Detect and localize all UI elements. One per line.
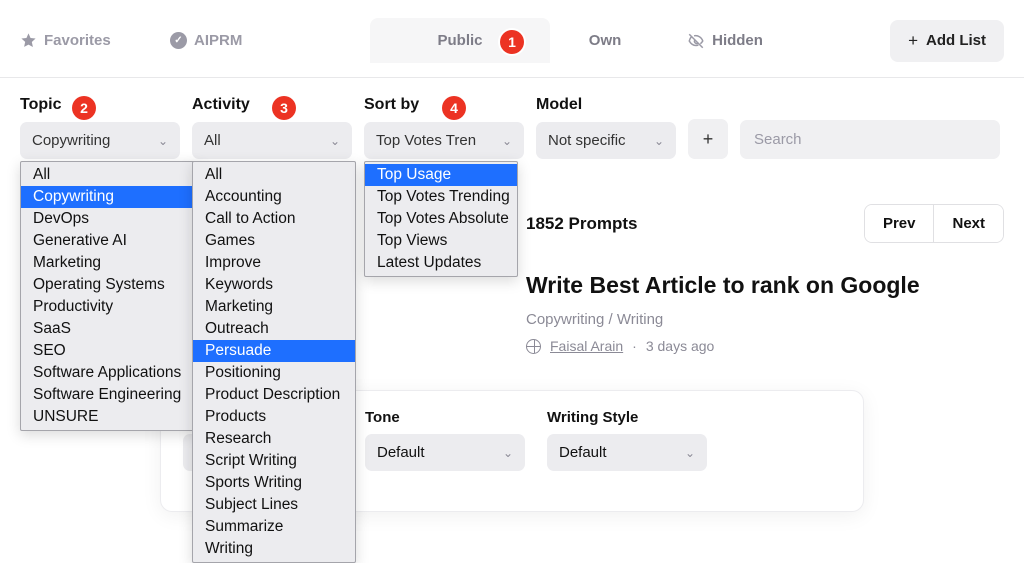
prev-button[interactable]: Prev	[865, 205, 934, 242]
annotation-3: 3	[272, 96, 296, 120]
dropdown-item[interactable]: Marketing	[21, 252, 199, 274]
tab-favorites-label: Favorites	[44, 32, 111, 49]
dropdown-item[interactable]: All	[193, 164, 355, 186]
dropdown-item[interactable]: Products	[193, 406, 355, 428]
dropdown-item[interactable]: Latest Updates	[365, 252, 517, 274]
dropdown-item[interactable]: Product Description	[193, 384, 355, 406]
meta-sep: ·	[632, 338, 637, 354]
topic-select[interactable]: Copywriting ⌄	[20, 122, 180, 159]
dropdown-item[interactable]: Software Applications	[21, 362, 199, 384]
style-select[interactable]: Default ⌄	[547, 434, 707, 471]
search-input[interactable]	[740, 120, 1000, 159]
tone-select[interactable]: Default ⌄	[365, 434, 525, 471]
dropdown-item[interactable]: Generative AI	[21, 230, 199, 252]
filter-model: Model Not specific ⌄	[536, 96, 676, 159]
tone-label: Tone	[365, 409, 525, 426]
topic-select-value: Copywriting	[32, 132, 110, 149]
dropdown-item[interactable]: SaaS	[21, 318, 199, 340]
chevron-down-icon: ⌄	[502, 134, 512, 148]
tab-favorites[interactable]: Favorites	[20, 22, 150, 59]
dropdown-item[interactable]: Games	[193, 230, 355, 252]
dropdown-item[interactable]: Copywriting	[21, 186, 199, 208]
dropdown-item[interactable]: All	[21, 164, 199, 186]
activity-select-value: All	[204, 132, 221, 149]
dropdown-item[interactable]: Marketing	[193, 296, 355, 318]
dropdown-item[interactable]: Call to Action	[193, 208, 355, 230]
chevron-down-icon: ⌄	[654, 134, 664, 148]
filter-model-label: Model	[536, 96, 676, 114]
dropdown-item[interactable]: DevOps	[21, 208, 199, 230]
tone-select-value: Default	[377, 444, 425, 461]
sort-select[interactable]: Top Votes Tren ⌄	[364, 122, 524, 159]
dropdown-item[interactable]: Keywords	[193, 274, 355, 296]
add-list-button[interactable]: + Add List	[890, 20, 1004, 62]
dropdown-item[interactable]: Outreach	[193, 318, 355, 340]
filter-bar: Topic Copywriting ⌄ AllCopywritingDevOps…	[0, 78, 1024, 159]
dropdown-item[interactable]: Persuade	[193, 340, 355, 362]
prompt-meta: Faisal Arain · 3 days ago	[526, 338, 1004, 354]
dropdown-item[interactable]: SEO	[21, 340, 199, 362]
tab-own-label: Own	[589, 32, 622, 49]
tab-own[interactable]: Own	[550, 22, 660, 59]
style-col: Writing Style Default ⌄	[547, 409, 707, 471]
dropdown-item[interactable]: Positioning	[193, 362, 355, 384]
dropdown-item[interactable]: Accounting	[193, 186, 355, 208]
chevron-down-icon: ⌄	[685, 446, 695, 460]
chevron-down-icon: ⌄	[158, 134, 168, 148]
dropdown-item[interactable]: Operating Systems	[21, 274, 199, 296]
prompt-time: 3 days ago	[646, 338, 715, 354]
prompt-author[interactable]: Faisal Arain	[550, 338, 623, 354]
style-select-value: Default	[559, 444, 607, 461]
dropdown-item[interactable]: Research	[193, 428, 355, 450]
chevron-down-icon: ⌄	[503, 446, 513, 460]
sort-select-value: Top Votes Tren	[376, 132, 476, 149]
star-icon	[20, 32, 37, 49]
add-filter-button[interactable]: +	[688, 119, 728, 159]
results-count: 1852 Prompts	[526, 214, 638, 234]
model-select-value: Not specific	[548, 132, 626, 149]
chevron-down-icon: ⌄	[330, 134, 340, 148]
tab-hidden-label: Hidden	[712, 32, 763, 49]
dropdown-item[interactable]: Top Views	[365, 230, 517, 252]
prompt-title: Write Best Article to rank on Google	[526, 270, 1004, 301]
dropdown-item[interactable]: Writing	[193, 538, 355, 560]
sort-dropdown: Top UsageTop Votes TrendingTop Votes Abs…	[364, 161, 518, 277]
tab-public-label: Public	[438, 32, 483, 49]
dropdown-item[interactable]: Productivity	[21, 296, 199, 318]
dropdown-item[interactable]: UNSURE	[21, 406, 199, 428]
dropdown-item[interactable]: Top Votes Trending	[365, 186, 517, 208]
tab-hidden[interactable]: Hidden	[660, 22, 790, 60]
tone-col: Tone Default ⌄	[365, 409, 525, 471]
topic-dropdown: AllCopywritingDevOpsGenerative AIMarketi…	[20, 161, 200, 431]
results-header: 1852 Prompts Prev Next	[526, 204, 1004, 243]
annotation-1: 1	[500, 30, 524, 54]
annotation-4: 4	[442, 96, 466, 120]
style-label: Writing Style	[547, 409, 707, 426]
dropdown-item[interactable]: Sports Writing	[193, 472, 355, 494]
filter-topic-label: Topic	[20, 96, 180, 114]
globe-icon	[526, 339, 541, 354]
annotation-2: 2	[72, 96, 96, 120]
dropdown-item[interactable]: Top Usage	[365, 164, 517, 186]
dropdown-item[interactable]: Subject Lines	[193, 494, 355, 516]
plus-icon: +	[908, 31, 918, 51]
pager: Prev Next	[864, 204, 1004, 243]
dropdown-item[interactable]: Top Votes Absolute	[365, 208, 517, 230]
tab-aiprm-label: AIPRM	[194, 32, 242, 49]
activity-dropdown: AllAccountingCall to ActionGamesImproveK…	[192, 161, 356, 563]
filter-topic: Topic Copywriting ⌄ AllCopywritingDevOps…	[20, 96, 180, 159]
prompt-card[interactable]: Write Best Article to rank on Google Cop…	[526, 270, 1004, 354]
next-button[interactable]: Next	[933, 205, 1003, 242]
add-list-label: Add List	[926, 32, 986, 49]
dropdown-item[interactable]: Software Engineering	[21, 384, 199, 406]
prompt-category: Copywriting / Writing	[526, 311, 1004, 328]
dropdown-item[interactable]: Script Writing	[193, 450, 355, 472]
model-select[interactable]: Not specific ⌄	[536, 122, 676, 159]
tab-aiprm[interactable]: AIPRM	[170, 22, 290, 59]
eye-off-icon	[687, 32, 705, 50]
check-badge-icon	[170, 32, 187, 49]
dropdown-item[interactable]: Improve	[193, 252, 355, 274]
activity-select[interactable]: All ⌄	[192, 122, 352, 159]
